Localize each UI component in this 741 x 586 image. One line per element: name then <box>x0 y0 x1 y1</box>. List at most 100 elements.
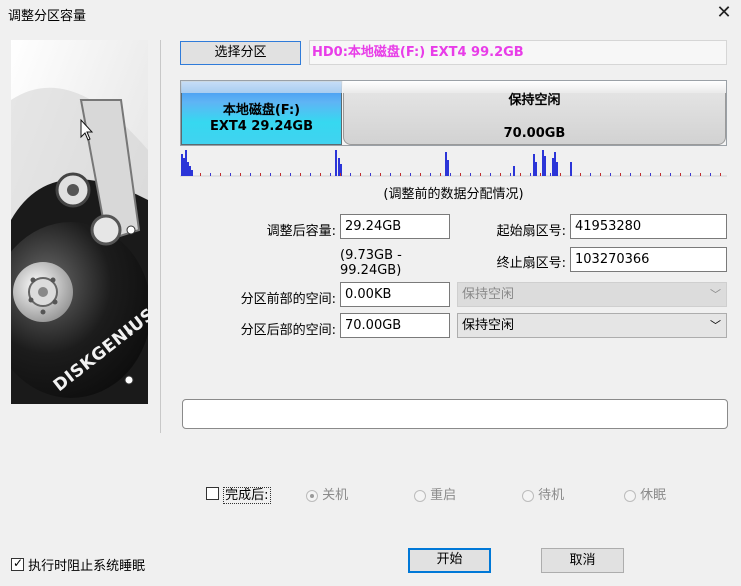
after-done-group[interactable]: 完成后: <box>206 484 271 504</box>
radio-shutdown[interactable]: 关机 <box>306 484 348 503</box>
disk-illustration: DISKGENIUS <box>11 40 148 404</box>
end-sector-label: 终止扇区号: <box>496 256 566 271</box>
distribution-tick <box>510 173 511 176</box>
distribution-tick <box>260 173 261 176</box>
prevent-sleep-checkbox[interactable]: ✓ <box>11 556 24 571</box>
distribution-bar <box>535 162 537 176</box>
radio-standby-button[interactable] <box>522 489 534 502</box>
distribution-caption: (调整前的数据分配情况) <box>383 187 524 202</box>
distribution-tick <box>480 173 481 176</box>
distribution-bar <box>191 170 193 176</box>
distribution-bar <box>189 166 191 176</box>
prevent-sleep-label: 执行时阻止系统睡眠 <box>28 559 146 574</box>
distribution-tick <box>200 173 201 176</box>
distribution-tick <box>350 173 351 176</box>
space-before-label: 分区前部的空间: <box>240 292 336 307</box>
distribution-bar <box>181 154 183 176</box>
distribution-tick <box>310 173 311 176</box>
distribution-tick <box>490 173 491 176</box>
new-size-field[interactable]: 29.24GB <box>340 214 450 239</box>
distribution-tick <box>370 173 371 176</box>
start-sector-label: 起始扇区号: <box>496 224 566 239</box>
data-distribution-graph <box>180 150 727 177</box>
radio-hibernate-button[interactable] <box>624 489 636 502</box>
distribution-tick <box>420 173 421 176</box>
space-after-field[interactable]: 70.00GB <box>340 313 450 338</box>
start-button[interactable]: 开始 <box>408 548 491 573</box>
distribution-tick <box>530 173 531 176</box>
segment-free-name: 保持空闲 <box>508 93 561 108</box>
cancel-button[interactable]: 取消 <box>541 548 624 573</box>
distribution-tick <box>220 173 221 176</box>
size-range: (9.73GB - 99.24GB) <box>340 248 402 278</box>
distribution-tick <box>600 173 601 176</box>
after-done-checkbox[interactable] <box>206 487 219 500</box>
prevent-sleep-option[interactable]: ✓ 执行时阻止系统睡眠 <box>11 555 145 574</box>
new-size-label: 调整后容量: <box>266 224 336 239</box>
distribution-tick <box>240 173 241 176</box>
distribution-tick <box>230 173 231 176</box>
distribution-tick <box>210 173 211 176</box>
after-done-label: 完成后: <box>223 487 271 504</box>
distribution-bar <box>338 158 340 176</box>
space-after-label: 分区后部的空间: <box>240 323 336 338</box>
end-sector-field[interactable]: 103270366 <box>570 247 727 272</box>
distribution-bar <box>445 152 447 176</box>
distribution-bar <box>183 158 185 176</box>
select-partition-button[interactable]: 选择分区 <box>180 41 301 65</box>
distribution-bar <box>552 158 554 176</box>
distribution-bar <box>513 166 515 176</box>
segment-f-name: 本地磁盘(F:) <box>222 103 301 118</box>
distribution-tick <box>280 173 281 176</box>
distribution-tick <box>460 173 461 176</box>
distribution-tick <box>550 173 551 176</box>
distribution-tick <box>400 173 401 176</box>
radio-restart[interactable]: 重启 <box>414 484 456 503</box>
distribution-bar <box>542 150 544 176</box>
distribution-bar <box>447 160 449 176</box>
distribution-tick <box>410 173 411 176</box>
distribution-bar <box>185 150 187 176</box>
distribution-tick <box>560 173 561 176</box>
close-icon[interactable]: ✕ <box>713 2 735 24</box>
radio-shutdown-button[interactable] <box>306 489 318 502</box>
vertical-divider <box>160 40 161 433</box>
radio-standby[interactable]: 待机 <box>522 484 564 503</box>
radio-restart-label: 重启 <box>430 488 457 503</box>
distribution-tick <box>340 173 341 176</box>
distribution-tick <box>440 173 441 176</box>
window-title: 调整分区容量 <box>8 9 87 24</box>
radio-hibernate[interactable]: 休眠 <box>624 484 666 503</box>
distribution-tick <box>650 173 651 176</box>
space-after-select[interactable]: 保持空闲 ﹀ <box>457 313 727 338</box>
radio-restart-button[interactable] <box>414 489 426 502</box>
distribution-tick <box>330 173 331 176</box>
distribution-tick <box>540 173 541 176</box>
progress-bar <box>182 399 728 429</box>
chevron-down-icon: ﹀ <box>710 288 721 301</box>
segment-highlight <box>181 81 342 93</box>
distribution-bar <box>187 162 189 176</box>
distribution-bar <box>544 156 546 176</box>
chevron-down-icon: ﹀ <box>710 319 721 332</box>
space-before-field[interactable]: 0.00KB <box>340 282 450 307</box>
distribution-tick <box>680 173 681 176</box>
radio-shutdown-label: 关机 <box>322 488 349 503</box>
start-sector-field[interactable]: 41953280 <box>570 214 727 239</box>
distribution-tick <box>710 173 711 176</box>
distribution-tick <box>690 173 691 176</box>
distribution-bar <box>556 162 558 176</box>
distribution-tick <box>470 173 471 176</box>
distribution-tick <box>430 173 431 176</box>
segment-free-size: 70.00GB <box>503 126 566 141</box>
distribution-tick <box>720 173 721 176</box>
distribution-tick <box>670 173 671 176</box>
distribution-bar <box>533 154 535 176</box>
distribution-tick <box>360 173 361 176</box>
partition-info: HD0:本地磁盘(F:) EXT4 99.2GB <box>309 40 727 65</box>
distribution-tick <box>660 173 661 176</box>
distribution-tick <box>300 173 301 176</box>
space-after-option: 保持空闲 <box>462 318 515 333</box>
distribution-tick <box>450 173 451 176</box>
distribution-tick <box>620 173 621 176</box>
